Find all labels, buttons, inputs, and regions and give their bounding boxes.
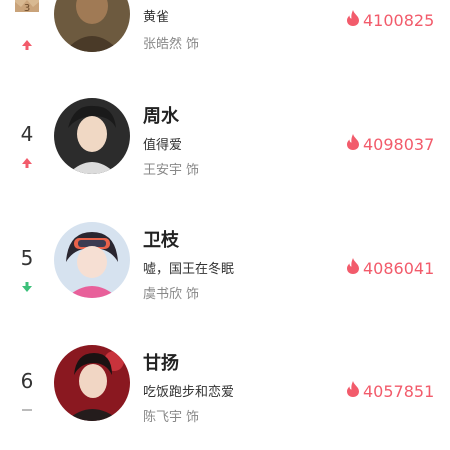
heat-score: 4086041 [346,258,434,278]
heat-value: 4100825 [363,10,435,30]
ranking-item-4[interactable]: 4 周水 值得爱 王安宇饰 4098037 [0,98,450,178]
rank-number: 4 [20,122,34,146]
character-role: 嘘，国王在冬眠 [143,262,235,277]
arrow-down-icon [21,278,33,292]
actor-credit: 王安宇饰 [143,159,199,178]
avatar[interactable] [54,222,130,298]
arrow-up-icon [21,36,33,50]
actor-name: 张皓然 [143,37,183,52]
character-role: 吃饭跑步和恋爱 [143,385,235,400]
ranking-item-5[interactable]: 5 卫枝 嘘，国王在冬眠 虞书欣饰 4086041 [0,222,450,302]
actor-suffix: 饰 [186,37,200,52]
character-role: 值得爱 [143,138,183,153]
actor-credit: 虞书欣饰 [143,283,234,302]
avatar[interactable] [54,345,130,421]
heat-score: 4100825 [346,10,434,30]
character-name: 甘扬 [143,353,179,374]
character-name: 周水 [143,106,179,127]
heat-value: 4057851 [363,381,435,401]
ranking-item-3[interactable]: 3 黄雀 张皓然饰 4100825 [0,0,450,60]
rank-number: 6 [20,369,34,393]
actor-credit: 张皓然饰 [143,33,199,52]
avatar[interactable] [54,0,130,52]
actor-credit: 陈飞宇饰 [143,406,234,425]
actor-name: 陈飞宇 [143,410,183,425]
heat-value: 4098037 [363,134,435,154]
ranking-item-6[interactable]: 6 甘扬 吃饭跑步和恋爱 陈飞宇饰 4057851 [0,345,450,425]
flame-icon [346,10,363,30]
actor-suffix: 饰 [186,287,200,302]
actor-suffix: 饰 [186,163,200,178]
heat-value: 4086041 [363,258,435,278]
heat-score: 4098037 [346,134,434,154]
character-role: 黄雀 [143,10,170,25]
character-name: 卫枝 [143,230,179,251]
flame-icon [346,258,363,278]
avatar[interactable] [54,98,130,174]
flame-icon [346,134,363,154]
rank-number: 5 [20,246,34,270]
actor-suffix: 饰 [186,410,200,425]
actor-name: 虞书欣 [143,287,183,302]
actor-name: 王安宇 [143,163,183,178]
crown-badge-icon: 3 [14,0,40,14]
flame-icon [346,381,363,401]
rank-number: 3 [24,3,30,12]
arrow-up-icon [21,154,33,168]
heat-score: 4057851 [346,381,434,401]
dash-icon [21,401,33,413]
